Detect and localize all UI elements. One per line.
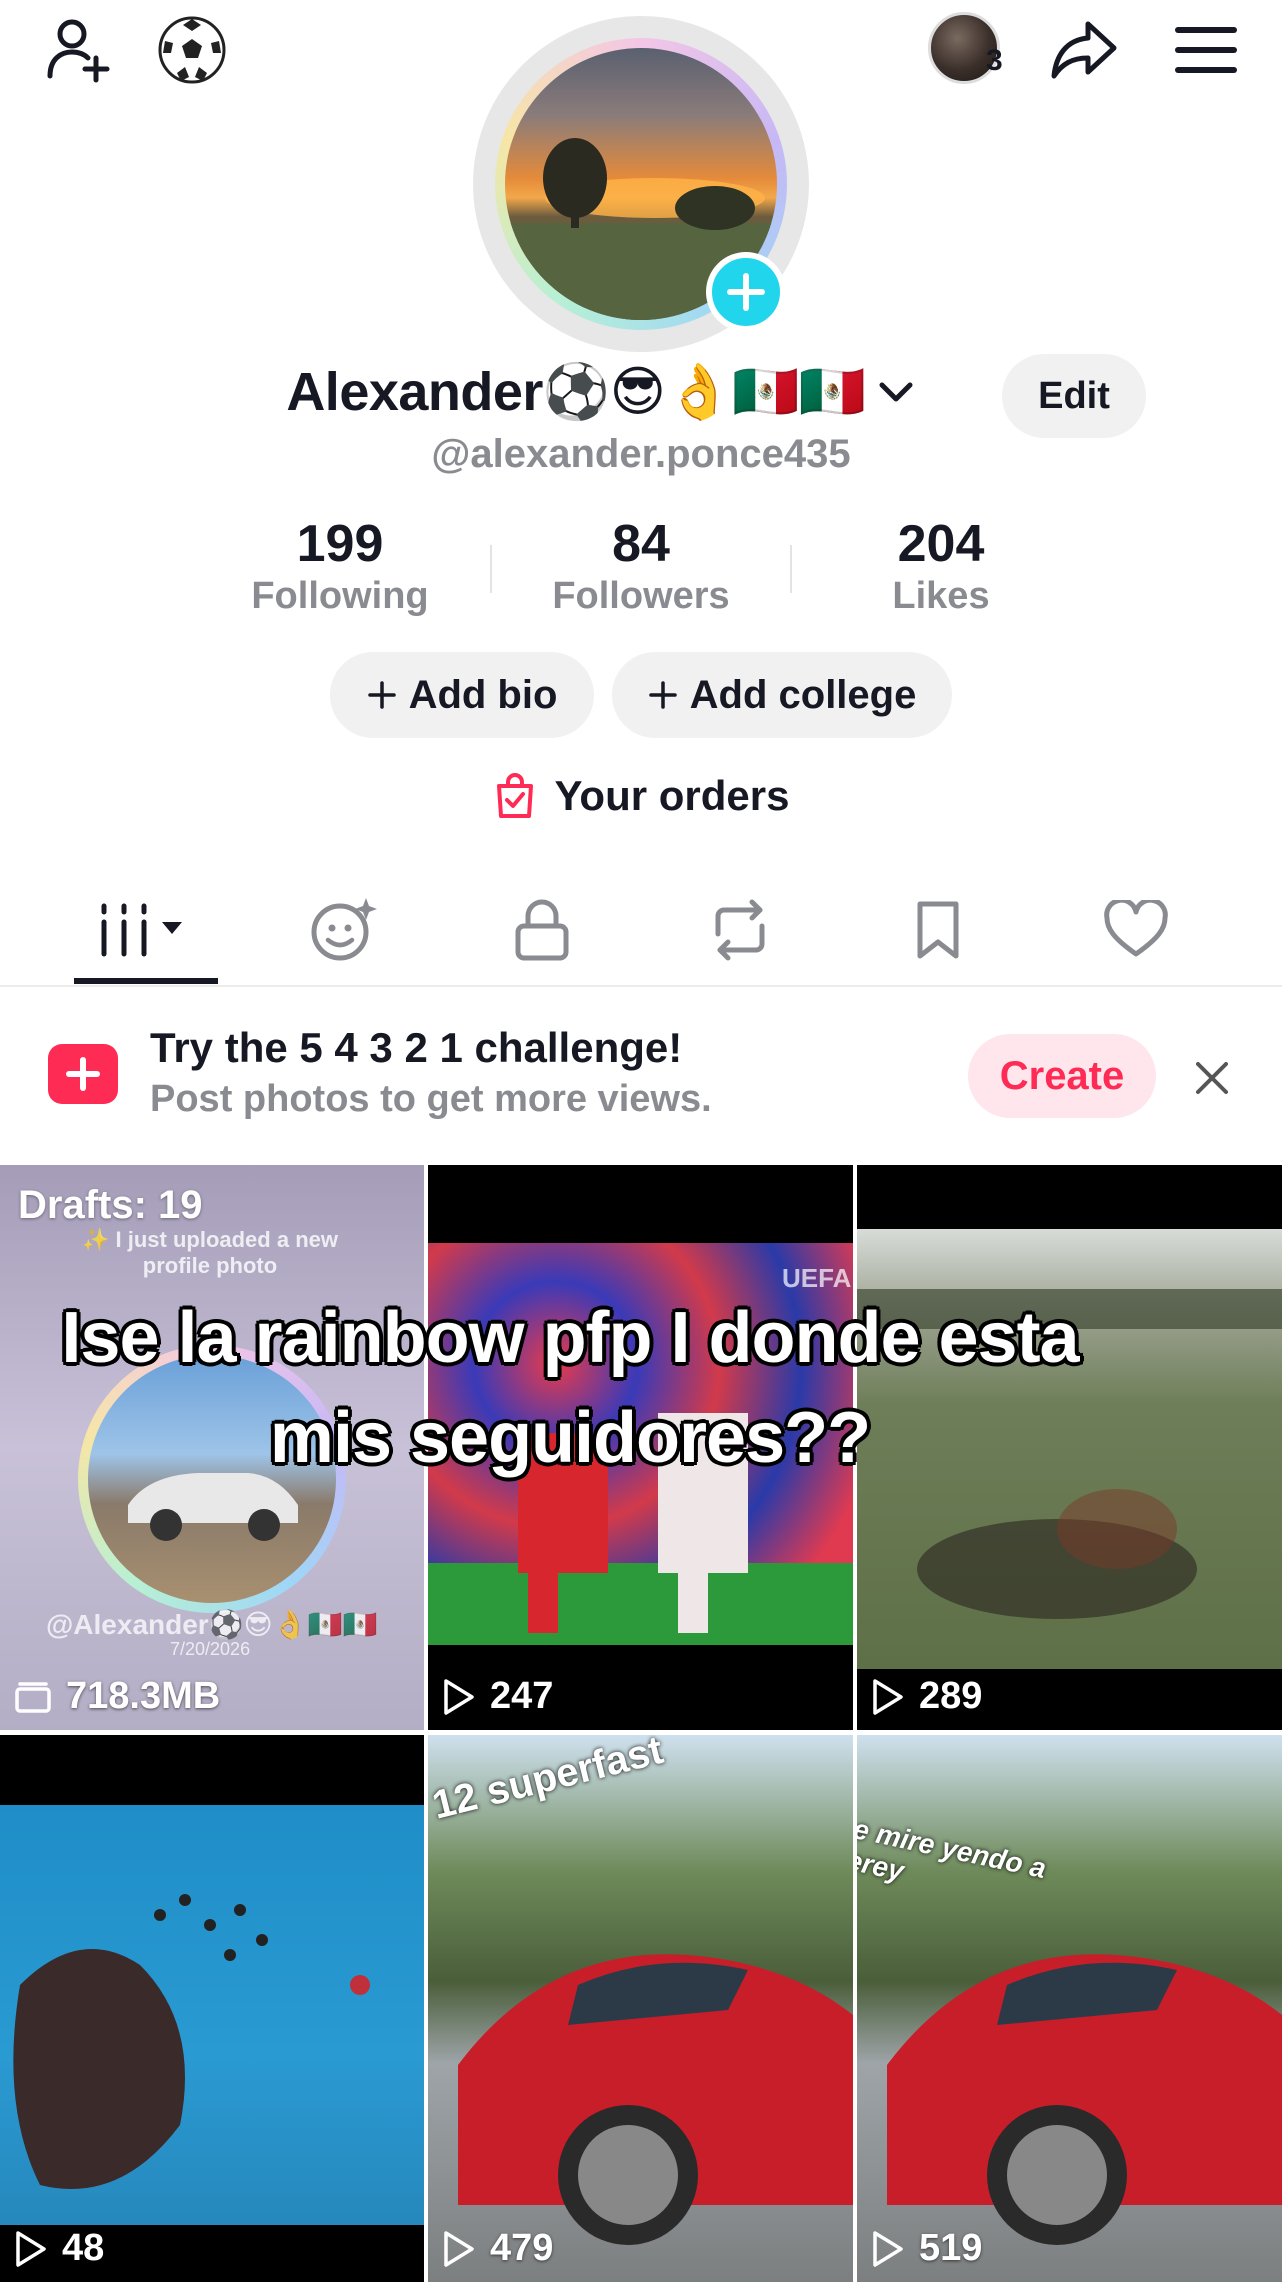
video-4-views-row: 48 (14, 2227, 104, 2270)
add-bio-label: Add bio (408, 672, 558, 717)
followers-stat[interactable]: 84 Followers (511, 516, 771, 620)
video-2-views-row: 247 (442, 1675, 553, 1718)
shopping-bag-icon (496, 773, 533, 818)
caption-overlay: Ise la rainbow pfp I donde esta mis segu… (61, 1298, 1079, 1478)
followers-count: 84 (612, 515, 670, 573)
close-icon (1196, 1062, 1228, 1094)
stat-divider (490, 545, 492, 593)
add-friend-button[interactable] (36, 10, 116, 90)
your-orders-link[interactable]: Your orders (0, 772, 1282, 820)
drafts-size-row: 718.3MB (14, 1675, 220, 1718)
display-name: Alexander⚽😎👌🇲🇽🇲🇽 (286, 362, 866, 422)
draft-post-date: 7/20/2026 (170, 1639, 251, 1659)
add-college-button[interactable]: Add college (612, 652, 952, 738)
play-icon (873, 2230, 903, 2267)
plus-icon (66, 1057, 100, 1091)
close-banner-button[interactable] (1184, 1050, 1240, 1106)
plus-icon (727, 273, 765, 311)
following-count: 199 (296, 515, 384, 573)
face-sparkle-icon (311, 898, 377, 961)
video-6-views: 519 (919, 2227, 983, 2269)
add-story-button[interactable] (706, 252, 786, 332)
story-count-badge: 3 (986, 44, 1003, 77)
tab-reposts-face[interactable] (244, 880, 444, 980)
play-icon (444, 1678, 474, 1715)
tab-videos[interactable] (46, 880, 246, 980)
video-3-views-row: 289 (871, 1675, 982, 1718)
tabs-divider (0, 985, 1282, 987)
draft-post-handle: @Alexander⚽😎👌🇲🇽🇲🇽 (46, 1609, 378, 1640)
video-5-views: 479 (490, 2227, 554, 2269)
hamburger-menu-icon (1175, 27, 1237, 73)
red-sports-car-graphic (887, 1954, 1282, 2245)
chevron-down-icon (879, 382, 913, 402)
video-3-views: 289 (919, 1675, 983, 1717)
videos-grid-icon (101, 903, 182, 957)
edit-profile-button[interactable]: Edit (1002, 354, 1146, 438)
share-arrow-icon (1051, 21, 1117, 79)
tab-liked[interactable] (1036, 880, 1236, 980)
draft-post-text: ✨ I just uploaded a new profile photo (82, 1227, 338, 1278)
repost-icon (715, 899, 765, 961)
create-button[interactable]: Create (968, 1034, 1156, 1118)
active-tab-indicator (74, 978, 218, 984)
drafts-box-icon (15, 1681, 51, 1713)
add-person-icon (47, 19, 110, 83)
soccer-ball-icon[interactable] (152, 10, 232, 90)
likes-count: 204 (897, 515, 985, 573)
challenge-subtitle: Post photos to get more views. (150, 1078, 712, 1120)
challenge-title: Try the 5 4 3 2 1 challenge! (150, 1024, 683, 1071)
username-handle: @alexander.ponce435 (431, 432, 851, 476)
challenge-icon (48, 1044, 118, 1104)
stat-divider (790, 545, 792, 593)
followers-label: Followers (552, 575, 730, 617)
likes-label: Likes (892, 575, 990, 617)
video-tile-4[interactable]: 48 (0, 1735, 424, 2282)
menu-button[interactable] (1166, 10, 1246, 90)
tab-private[interactable] (442, 880, 642, 980)
video-4-views: 48 (62, 2227, 105, 2269)
hand-seeds-graphic (13, 1894, 370, 2189)
drafts-label: Drafts: 19 (18, 1183, 203, 1227)
heart-icon (1104, 900, 1168, 957)
following-stat[interactable]: 199 Following (210, 516, 470, 620)
play-icon (873, 1678, 903, 1715)
play-icon (16, 2230, 46, 2267)
tab-favorites[interactable] (838, 880, 1038, 980)
your-orders-label: Your orders (554, 772, 790, 819)
red-sports-car-graphic (458, 1954, 853, 2245)
account-switch-button[interactable] (876, 372, 916, 412)
soccer-ball-graphic (158, 16, 226, 84)
add-bio-button[interactable]: Add bio (330, 652, 594, 738)
lock-icon (515, 899, 569, 961)
video-tile-5[interactable]: 12 superfast 479 (428, 1735, 853, 2282)
add-college-label: Add college (689, 672, 917, 717)
video-5-views-row: 479 (442, 2227, 553, 2270)
following-label: Following (251, 575, 429, 617)
video-6-views-row: 519 (871, 2227, 982, 2270)
likes-stat[interactable]: 204 Likes (811, 516, 1071, 620)
video-4-thumbnail (0, 1805, 424, 2225)
video-2-views: 247 (490, 1675, 554, 1717)
profile-tabs (0, 880, 1282, 986)
video-tile-6[interactable]: e mire yendo a erey 519 (857, 1735, 1282, 2282)
play-icon (444, 2230, 474, 2267)
tab-reposts[interactable] (640, 880, 840, 980)
bookmark-icon (917, 901, 959, 959)
plus-icon (367, 681, 396, 709)
plus-icon (648, 681, 677, 709)
drafts-size: 718.3MB (66, 1675, 221, 1717)
share-button[interactable] (1044, 10, 1124, 90)
